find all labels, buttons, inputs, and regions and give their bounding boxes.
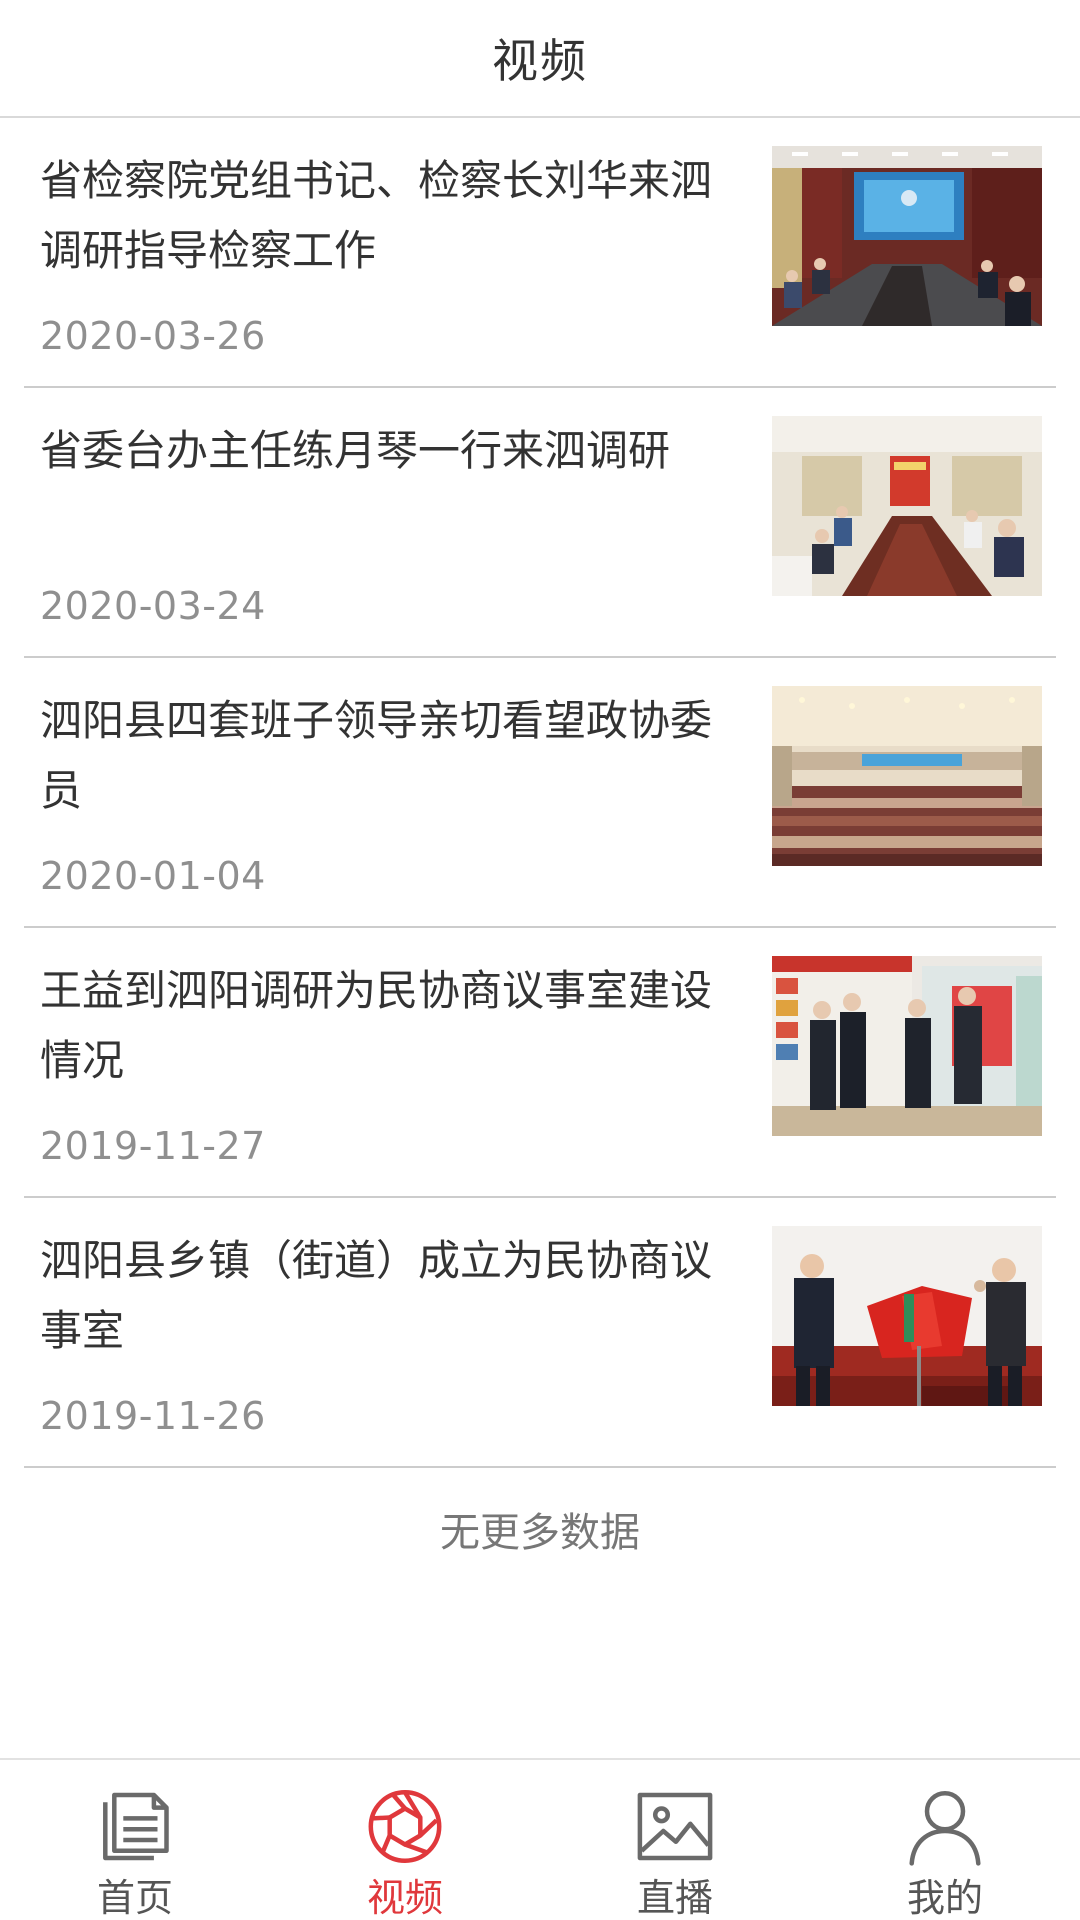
item-date: 2019-11-27 bbox=[40, 1124, 266, 1168]
image-icon bbox=[637, 1792, 713, 1861]
page-title: 视频 bbox=[492, 34, 588, 88]
thumbnail-image[interactable] bbox=[772, 686, 1042, 866]
tab-profile[interactable]: 我的 bbox=[810, 1760, 1080, 1920]
user-icon bbox=[909, 1790, 981, 1866]
document-icon bbox=[103, 1792, 169, 1861]
item-date: 2019-11-26 bbox=[40, 1394, 266, 1438]
item-date: 2020-03-24 bbox=[40, 584, 266, 628]
bottom-tab-bar: 首页 视频 直播 我的 bbox=[0, 1758, 1080, 1920]
tab-live[interactable]: 直播 bbox=[540, 1760, 810, 1920]
video-list: 省检察院党组书记、检察长刘华来泗调研指导检察工作 2020-03-26 省委台办… bbox=[24, 118, 1056, 1468]
thumbnail-image[interactable] bbox=[772, 1226, 1042, 1406]
list-item[interactable]: 省检察院党组书记、检察长刘华来泗调研指导检察工作 2020-03-26 bbox=[24, 118, 1056, 388]
tab-video[interactable]: 视频 bbox=[270, 1760, 540, 1920]
tab-label: 我的 bbox=[906, 1876, 983, 1920]
item-title: 省检察院党组书记、检察长刘华来泗调研指导检察工作 bbox=[40, 156, 713, 275]
tab-label: 直播 bbox=[636, 1876, 713, 1920]
tab-label: 视频 bbox=[366, 1876, 443, 1920]
list-item[interactable]: 泗阳县乡镇（街道）成立为民协商议事室 2019-11-26 bbox=[24, 1198, 1056, 1468]
end-of-list-text: 无更多数据 bbox=[440, 1510, 640, 1556]
thumbnail-image[interactable] bbox=[772, 416, 1042, 596]
list-item[interactable]: 省委台办主任练月琴一行来泗调研 2020-03-24 bbox=[24, 388, 1056, 658]
item-date: 2020-03-26 bbox=[40, 314, 266, 358]
item-title: 泗阳县四套班子领导亲切看望政协委员 bbox=[40, 696, 713, 815]
top-bar: 视频 bbox=[0, 0, 1080, 118]
tab-label: 首页 bbox=[96, 1876, 173, 1920]
thumbnail-image[interactable] bbox=[772, 146, 1042, 326]
thumbnail-image[interactable] bbox=[772, 956, 1042, 1136]
item-title: 泗阳县乡镇（街道）成立为民协商议事室 bbox=[40, 1236, 713, 1355]
item-title: 王益到泗阳调研为民协商议事室建设情况 bbox=[40, 966, 713, 1085]
aperture-icon bbox=[368, 1790, 442, 1863]
list-item[interactable]: 王益到泗阳调研为民协商议事室建设情况 2019-11-27 bbox=[24, 928, 1056, 1198]
item-title: 省委台办主任练月琴一行来泗调研 bbox=[40, 426, 671, 475]
list-item[interactable]: 泗阳县四套班子领导亲切看望政协委员 2020-01-04 bbox=[24, 658, 1056, 928]
app-root: 视频 省检察院党组书记、检察长刘华来泗调研指导检察工作 2020-03-26 省… bbox=[0, 0, 1080, 1920]
item-date: 2020-01-04 bbox=[40, 854, 266, 898]
tab-home[interactable]: 首页 bbox=[0, 1760, 270, 1920]
